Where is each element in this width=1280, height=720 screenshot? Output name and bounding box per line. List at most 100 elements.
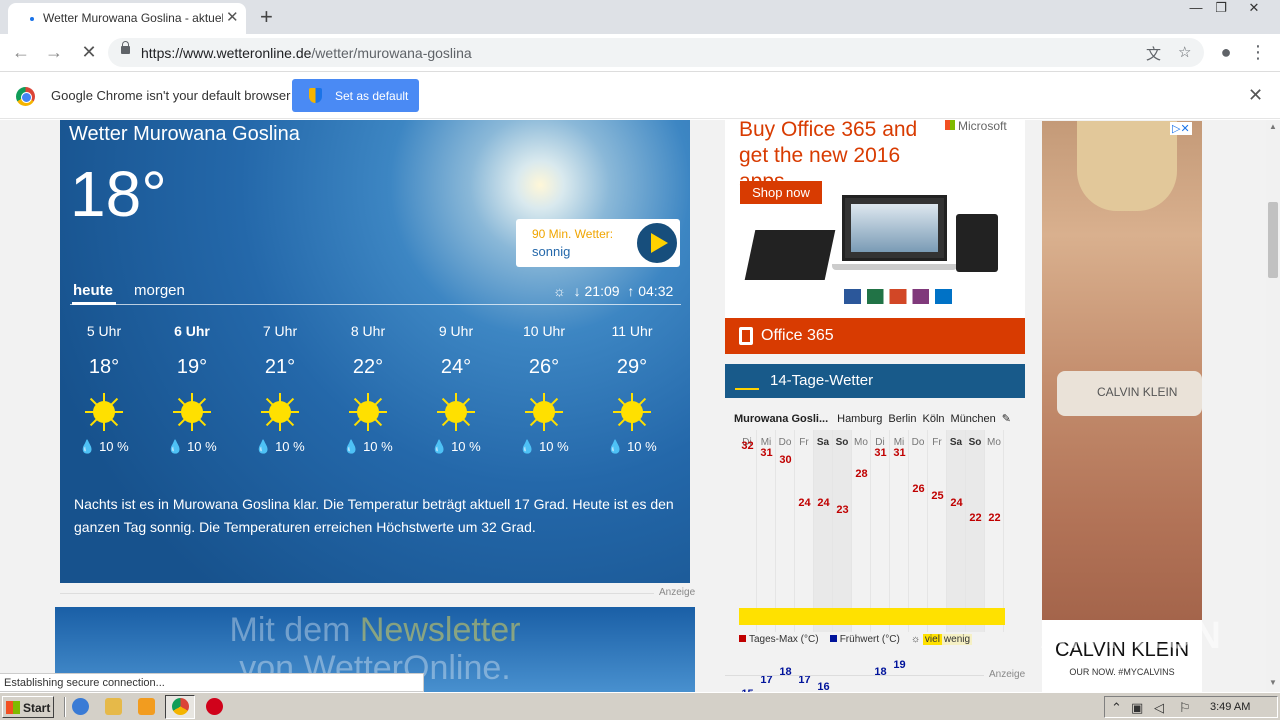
network-icon[interactable]: ▣ [1131,700,1143,716]
microsoft-logo: Microsoft [945,120,1007,133]
day-label: Fr [799,437,809,448]
volume-icon[interactable]: ◁ [1154,700,1164,716]
scroll-up-icon[interactable]: ▲ [1269,122,1277,131]
adchoices-icon[interactable]: ▷✕ [1170,122,1192,135]
day-label: So [835,437,849,448]
forward-button[interactable]: → [42,40,66,64]
newsletter-line-1: Mit dem Newsletter [55,611,695,650]
chrome-icon [172,698,189,715]
nowcast-label: 90 Min. Wetter: [532,227,614,241]
hour-label: 8 Uhr [350,323,386,339]
tray-expand-icon[interactable]: ⌃ [1111,700,1122,716]
ck-band-text: CALVIN KLEIN [1097,385,1178,399]
city-current[interactable]: Murowana Gosli... [734,413,828,425]
min-temp-value: 18 [874,666,887,679]
profile-icon[interactable]: ● [1214,40,1238,64]
menu-icon[interactable]: ⋮ [1246,40,1270,64]
lock-icon [121,41,130,54]
city-link[interactable]: München [951,413,996,425]
current-temperature: 18° [70,158,167,230]
edit-pencil-icon[interactable]: ✎ [1002,413,1011,425]
opera-icon[interactable] [206,698,223,715]
hour-column: 5 Uhr 18° 💧 10 % [60,323,148,455]
city-link[interactable]: Hamburg [837,413,882,425]
nowcast-widget[interactable]: 90 Min. Wetter: sonnig [516,219,680,267]
infobar-close-button[interactable]: ✕ [1248,85,1263,106]
forecast14-legend: Tages-Max (°C) Frühwert (°C) ☼ viel wenig [739,634,973,645]
sunset-time: ↓ 21:09 [573,283,620,299]
minimize-button[interactable]: — [1182,0,1210,18]
precip-chance: 💧 10 % [343,439,393,454]
forecast14-header[interactable]: 14-Tage-Wetter [725,364,1025,398]
watermark: ANY.RUN [1040,615,1223,657]
day-column: Mi [757,430,776,632]
flag-icon[interactable]: ⚐ [1179,700,1191,716]
page-content: Wetter Murowana Goslina 18° 90 Min. Wett… [0,120,1266,692]
scroll-down-icon[interactable]: ▼ [1269,678,1277,687]
day-column: Mo [985,430,1004,632]
sunshine-bar [739,608,1005,625]
max-temp-value: 30 [779,454,792,466]
set-default-button[interactable]: Set as default [292,79,419,112]
hour-column: 8 Uhr 22° 💧 10 % [324,323,412,455]
close-window-button[interactable]: ✕ [1240,0,1268,18]
day-column: Fr [928,430,947,632]
folder-icon[interactable] [105,698,122,715]
city-link[interactable]: Köln [923,413,945,425]
infobar-message: Google Chrome isn't your default browser [51,88,291,103]
sun-icon: ☼ [553,283,566,299]
url-text[interactable]: https://www.wetteronline.de/wetter/murow… [141,45,472,61]
chart-line-icon [735,372,759,390]
model-image: CALVIN KLEIN [1057,371,1202,416]
back-button[interactable]: ← [9,40,33,64]
precip-chance: 💧 10 % [431,439,481,454]
max-temp-value: 31 [874,446,887,459]
legend-max-label: Tages-Max (°C) [749,634,819,645]
hour-temp: 24° [440,356,472,378]
hour-label: 6 Uhr [174,323,210,339]
microsoft-icon [945,120,955,130]
max-temp-value: 31 [760,446,773,459]
scrollbar-thumb[interactable] [1268,202,1278,278]
address-bar[interactable]: https://www.wetteronline.de/wetter/murow… [108,38,1204,67]
precip-chance: 💧 10 % [607,439,657,454]
bookmark-star-icon[interactable]: ☆ [1178,43,1191,61]
legend-wenig: wenig [941,634,973,645]
tab-morgen[interactable]: morgen [134,282,185,299]
legend-max-swatch [739,635,746,642]
calvin-klein-ad[interactable]: CALVIN KLEIN CALVIN KLEIN OUR NOW. #MYCA… [1042,121,1202,692]
scrollbar[interactable]: ▲ ▼ [1266,120,1280,692]
restore-button[interactable]: ❐ [1207,0,1235,18]
start-button[interactable]: Start [2,696,54,718]
divider [64,697,66,717]
translate-icon[interactable]: 文 [1146,43,1161,64]
tab-close-button[interactable]: ✕ [226,8,239,26]
tab-title: Wetter Murowana Goslina - aktuelle [43,11,223,25]
office-apps-icons [844,289,964,304]
sun-times: ☼ ↓ 21:09 ↑ 04:32 [553,283,673,299]
browser-tab[interactable]: Wetter Murowana Goslina - aktuelle ✕ [8,3,246,34]
status-bubble: Establishing secure connection... [0,673,424,692]
day-label: Fr [932,437,942,448]
day-label: Sa [949,437,963,448]
new-tab-button[interactable]: + [260,4,273,30]
tablet-image [956,214,998,272]
ie-icon[interactable] [72,698,89,715]
day-column: Di [871,430,890,632]
day-column: Sa [814,430,833,632]
office-ad[interactable]: Buy Office 365 and get the new 2016 apps… [725,120,1025,354]
shop-now-button[interactable]: Shop now [740,181,822,204]
windows-logo-icon [6,701,20,714]
nowcast-value: sonnig [532,244,571,259]
day-label: So [968,437,982,448]
play-icon[interactable] [634,220,680,266]
city-link[interactable]: Berlin [888,413,916,425]
chrome-taskbar-button[interactable] [165,695,195,719]
stop-loading-button[interactable]: ✕ [77,40,101,64]
sun-icon [172,392,212,432]
legend-viel: viel [922,634,942,645]
tab-underline [70,304,681,305]
tab-heute[interactable]: heute [71,282,117,305]
laptop-base [832,264,957,270]
media-player-icon[interactable] [138,698,155,715]
